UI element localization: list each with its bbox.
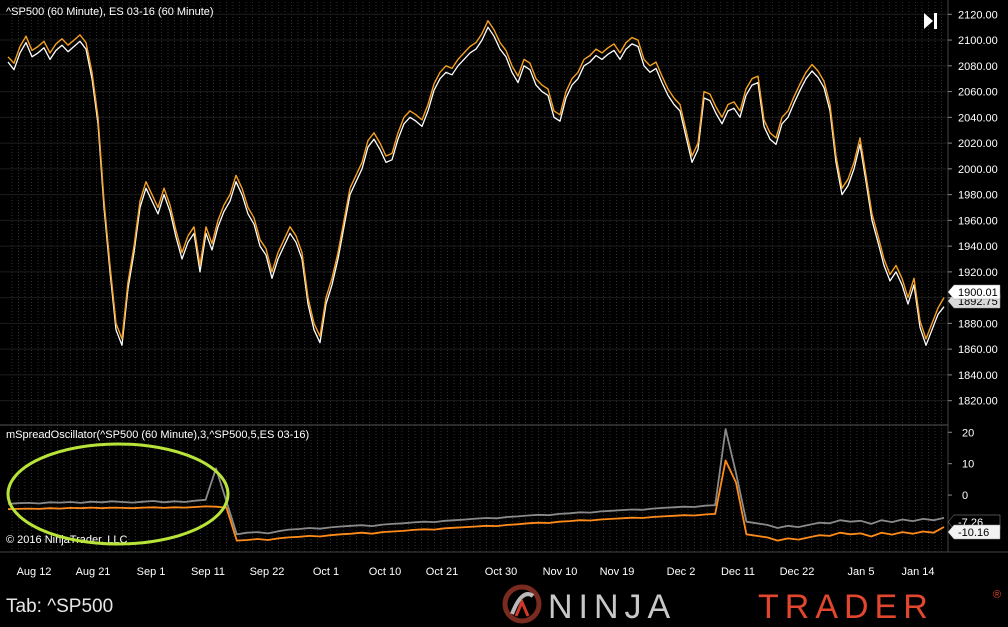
price-tick-label: 1940.00 <box>958 241 998 253</box>
price-tick-label: 2080.00 <box>958 61 998 73</box>
price-tick-label: 1860.00 <box>958 344 998 356</box>
registered-mark: ® <box>993 589 1001 601</box>
x-tick-label: Oct 1 <box>313 566 339 578</box>
price-tick-label: 1820.00 <box>958 396 998 408</box>
x-tick-label: Sep 11 <box>191 566 225 578</box>
chart-canvas: 2120.00 2100.00 2080.00 2060.00 2040.00 2020.… <box>0 0 1008 627</box>
brand-word-trader: TRADER <box>758 588 934 624</box>
price-tick-label: 1960.00 <box>958 215 998 227</box>
price-tick-label: 1880.00 <box>958 318 998 330</box>
price-tick-label: 2060.00 <box>958 87 998 99</box>
x-tick-label: Nov 19 <box>600 566 635 578</box>
osc-tick-label: 10 <box>962 459 974 471</box>
osc-tick-label: 20 <box>962 427 974 439</box>
osc-orange-last-marker: -10.16 <box>947 524 1001 540</box>
price-tick-label: 1840.00 <box>958 370 998 382</box>
x-tick-label: Dec 22 <box>780 566 815 578</box>
x-tick-label: Oct 10 <box>369 566 401 578</box>
price-tick-label: 2000.00 <box>958 164 998 176</box>
last-value-label: 1900.01 <box>958 287 998 299</box>
x-tick-label: Nov 10 <box>543 566 578 578</box>
x-tick-label: Oct 21 <box>426 566 458 578</box>
end-bar-icon[interactable] <box>934 13 937 29</box>
x-tick-label: Sep 1 <box>137 566 166 578</box>
price-last-value-markers: 1892.751900.01 <box>947 284 1001 309</box>
x-tick-label: Sep 22 <box>250 566 285 578</box>
x-tick-label: Jan 5 <box>848 566 875 578</box>
x-tick-label: Aug 21 <box>76 566 111 578</box>
price-tick-label: 1920.00 <box>958 267 998 279</box>
price-tick-label: 1980.00 <box>958 190 998 202</box>
price-tick-label: 2040.00 <box>958 112 998 124</box>
x-tick-label: Dec 2 <box>667 566 696 578</box>
osc-tick-label: 0 <box>962 490 968 502</box>
x-tick-label: Jan 14 <box>901 566 934 578</box>
price-tick-label: 2120.00 <box>958 9 998 21</box>
x-tick-label: Dec 11 <box>721 566 755 578</box>
last-value-label: -10.16 <box>958 527 989 539</box>
brand-word-ninja: NINJA <box>548 588 676 624</box>
price-tick-label: 2020.00 <box>958 138 998 150</box>
ninjatrader-logo: NINJA TRADER ® <box>502 584 1001 624</box>
tab-label[interactable]: Tab: ^SP500 <box>6 596 113 618</box>
es-last-marker: 1900.01 <box>947 284 1001 300</box>
price-tick-label: 2100.00 <box>958 35 998 47</box>
x-tick-label: Oct 30 <box>485 566 517 578</box>
price-panel-title: ^SP500 (60 Minute), ES 03-16 (60 Minute) <box>6 6 214 18</box>
x-tick-label: Aug 12 <box>17 566 52 578</box>
oscillator-panel-title: mSpreadOscillator(^SP500 (60 Minute),3,^… <box>6 429 309 441</box>
oscillator-last-value-markers: -7.26-10.16 <box>947 514 1001 540</box>
ninjatrader-swirl-icon <box>502 584 542 624</box>
